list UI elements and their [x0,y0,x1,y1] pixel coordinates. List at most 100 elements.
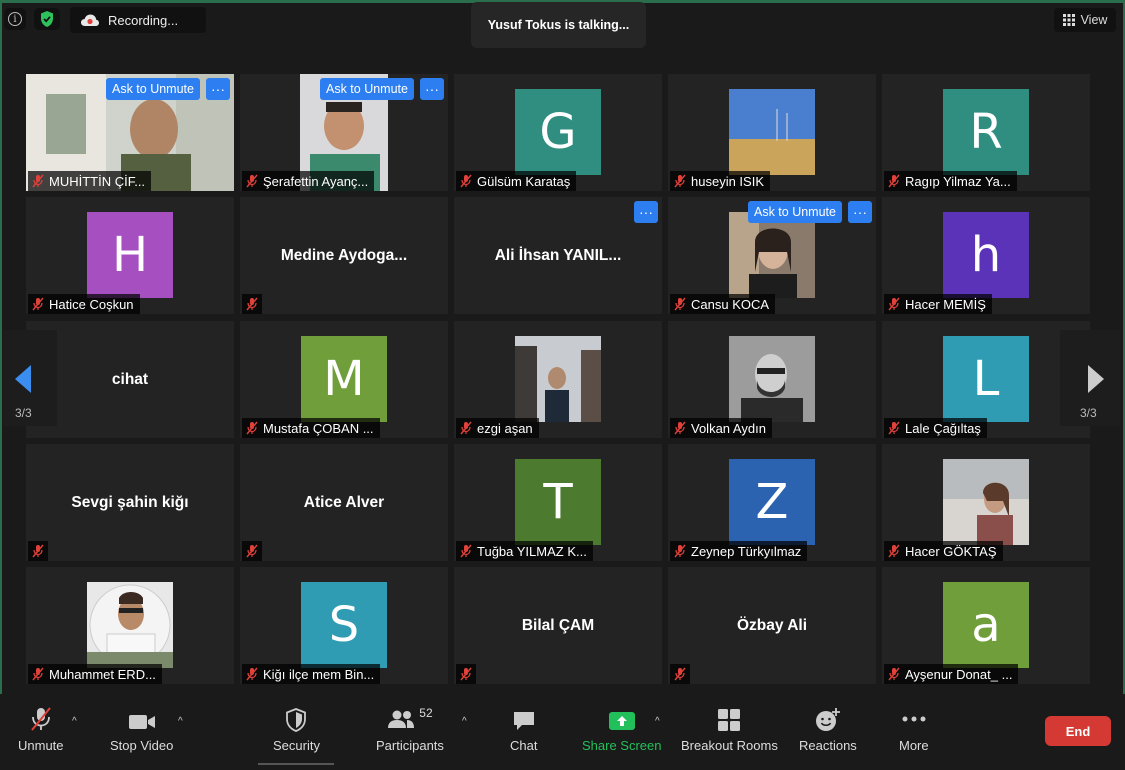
audio-options-caret-icon[interactable]: ^ [72,716,77,727]
breakout-rooms-button[interactable]: Breakout Rooms [681,706,778,753]
participant-tile-atice[interactable]: Atice Alver [240,444,448,561]
participants-button[interactable]: 52 Participants [376,706,444,753]
participant-more-button[interactable]: ··· [634,201,658,223]
muted-mic-icon [674,667,686,681]
end-meeting-button[interactable]: End [1045,716,1111,746]
participants-options-caret-icon[interactable]: ^ [462,716,467,727]
participant-center-name: Medine Aydoga... [280,246,408,264]
view-button[interactable]: View [1054,8,1116,32]
muted-mic-icon [674,174,686,188]
stop-video-button[interactable]: Stop Video [110,706,173,753]
participant-name-label [28,541,48,561]
chat-button[interactable]: Chat [510,706,537,753]
participant-name: Muhammet ERD... [49,666,156,682]
participant-tile-huseyin[interactable]: huseyin ISIK [668,74,876,191]
participant-more-button[interactable]: ··· [848,201,872,223]
participant-tile-bilal[interactable]: Bilal ÇAM [454,567,662,684]
reactions-smiley-icon [815,708,840,731]
participant-name: Zeynep Türkyılmaz [691,543,802,559]
cloud-recording-icon [81,14,99,26]
participant-tile-sevgi[interactable]: Sevgi şahin kiğı [26,444,234,561]
participant-tile-mustafa[interactable]: M Mustafa ÇOBAN ... [240,321,448,438]
participant-tile-kigi[interactable]: S Kiğı ilçe mem Bin... [240,567,448,684]
recording-label: Recording... [108,12,179,28]
unmute-button[interactable]: Unmute [18,706,64,753]
ask-to-unmute-button[interactable]: Ask to Unmute [748,201,842,223]
share-options-caret-icon[interactable]: ^ [655,716,660,727]
ask-to-unmute-button[interactable]: Ask to Unmute [106,78,200,100]
participant-name: huseyin ISIK [691,173,764,189]
participant-tile-lale[interactable]: L Lale Çağıltaş [882,321,1090,438]
participant-name: Lale Çağıltaş [905,420,981,436]
participant-tile-hatice[interactable]: H Hatice Coşkun [26,197,234,314]
participant-name-label: Şerafettin Ayanç... [242,171,375,191]
participant-more-button[interactable]: ··· [206,78,230,100]
meeting-info-button[interactable]: i [4,8,26,30]
next-page-button[interactable]: 3/3 [1060,330,1120,426]
grid-view-icon [1062,14,1075,26]
video-camera-icon [128,715,155,729]
participant-photo-ezgi [515,336,601,422]
security-label: Security [273,738,320,753]
ask-to-unmute-button[interactable]: Ask to Unmute [320,78,414,100]
previous-page-button[interactable]: 3/3 [3,330,57,426]
participant-center-name: Bilal ÇAM [521,616,595,634]
participant-avatar: T [515,459,601,545]
participant-photo-muhammet [87,582,173,668]
participant-tile-cihat[interactable]: cihat [26,321,234,438]
breakout-rooms-icon [718,709,741,731]
participant-tile-hacer-memis[interactable]: h Hacer MEMİŞ [882,197,1090,314]
window-frame-left [0,0,2,770]
participant-name-label: Hacer GÖKTAŞ [884,541,1003,561]
participant-tile-serafettin[interactable]: Şerafettin Ayanç... Ask to Unmute ··· [240,74,448,191]
share-screen-button[interactable]: Share Screen [582,706,662,753]
participant-tile-ozbay[interactable]: Özbay Ali [668,567,876,684]
participant-tile-gulsum[interactable]: G Gülsüm Karataş [454,74,662,191]
meeting-toolbar: Unmute ^ Stop Video ^ Security 52 Partic… [0,694,1125,770]
breakout-rooms-label: Breakout Rooms [681,738,778,753]
participant-center-name: Atice Alver [303,493,385,511]
more-button[interactable]: More [899,706,929,753]
participant-name: Cansu KOCA [691,296,770,312]
participant-tile-cansu[interactable]: Cansu KOCA Ask to Unmute ··· [668,197,876,314]
view-label: View [1080,13,1108,27]
participant-more-button[interactable]: ··· [420,78,444,100]
participant-photo-huseyin [729,89,815,175]
participant-tile-tugba[interactable]: T Tuğba YILMAZ K... [454,444,662,561]
participant-name: Tuğba YILMAZ K... [477,543,587,559]
muted-mic-icon [460,174,472,188]
participant-avatar: L [943,336,1029,422]
muted-mic-icon [888,174,900,188]
muted-mic-icon [888,297,900,311]
participant-name-label [242,541,262,561]
participant-tile-muhammet[interactable]: Muhammet ERD... [26,567,234,684]
share-screen-icon [608,712,635,730]
reactions-button[interactable]: Reactions [799,706,857,753]
page-indicator-left: 3/3 [15,406,32,420]
participant-name: Volkan Aydın [691,420,766,436]
security-button[interactable]: Security [273,706,320,753]
participants-label: Participants [376,738,444,753]
participant-center-name: Özbay Ali [736,616,808,634]
participant-photo-volkan [729,336,815,422]
participant-tile-volkan[interactable]: Volkan Aydın [668,321,876,438]
video-options-caret-icon[interactable]: ^ [178,716,183,727]
participant-tile-hacer-goktas[interactable]: Hacer GÖKTAŞ [882,444,1090,561]
more-dots-icon [902,716,926,722]
muted-mic-icon [246,544,258,558]
info-icon: i [8,12,22,26]
participant-tile-ragip[interactable]: R Ragıp Yilmaz Ya... [882,74,1090,191]
muted-mic-icon [246,667,258,681]
participant-tile-ezgi[interactable]: ezgi aşan [454,321,662,438]
recording-indicator[interactable]: Recording... [70,7,206,33]
participant-name: Mustafa ÇOBAN ... [263,420,374,436]
participant-name-label: Volkan Aydın [670,418,772,438]
participant-avatar: M [301,336,387,422]
encryption-shield-button[interactable] [34,8,60,30]
muted-mic-icon [674,297,686,311]
participant-tile-aysenur[interactable]: a Ayşenur Donat_ ... [882,567,1090,684]
participant-tile-muhittin[interactable]: MUHİTTİN ÇİF... Ask to Unmute ··· [26,74,234,191]
participant-tile-zeynep[interactable]: Z Zeynep Türkyılmaz [668,444,876,561]
participant-tile-ali[interactable]: Ali İhsan YANIL... ··· [454,197,662,314]
participant-tile-medine[interactable]: Medine Aydoga... [240,197,448,314]
